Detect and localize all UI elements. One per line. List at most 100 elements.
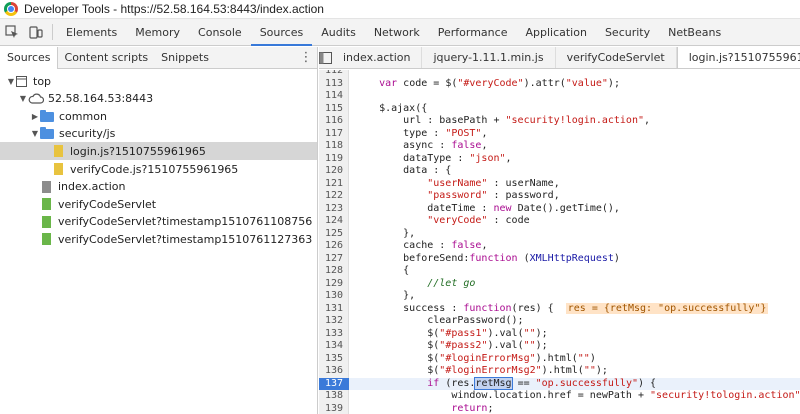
line-number[interactable]: 119 (319, 153, 349, 166)
line-number[interactable]: 135 (319, 353, 349, 366)
line-number[interactable]: 136 (319, 365, 349, 378)
tab-security[interactable]: Security (596, 19, 659, 45)
tree-item[interactable]: verifyCodeServlet?timestamp1510761108756 (0, 213, 317, 231)
line-number[interactable]: 132 (319, 315, 349, 328)
line-number[interactable]: 130 (319, 290, 349, 303)
expanded-arrow-icon[interactable]: ▼ (18, 94, 28, 103)
line-number[interactable]: 114 (319, 90, 349, 103)
code-text: var code = $("#veryCode").attr("value"); (379, 77, 620, 89)
code-line[interactable]: 115 $.ajax({ (319, 103, 800, 116)
file-tab-verifycodeservlet[interactable]: verifyCodeServlet (556, 47, 677, 68)
line-number[interactable]: 112 (319, 70, 349, 78)
inspect-element-icon[interactable] (0, 19, 24, 45)
tab-memory[interactable]: Memory (126, 19, 189, 45)
code-line[interactable]: 124 "veryCode" : code (319, 215, 800, 228)
code-text: url : basePath + "security!login.action"… (355, 115, 651, 126)
tab-console[interactable]: Console (189, 19, 251, 45)
code-line[interactable]: 123 dateTime : new Date().getTime(), (319, 203, 800, 216)
line-number[interactable]: 131 (319, 303, 349, 316)
code-view[interactable]: 112 113 var code = $("#veryCode").attr("v… (319, 70, 800, 414)
line-number[interactable]: 120 (319, 165, 349, 178)
code-line[interactable]: 134 $("#pass2").val(""); (319, 340, 800, 353)
line-number[interactable]: 138 (319, 390, 349, 403)
tree-item[interactable]: login.js?1510755961965 (0, 142, 317, 161)
code-line[interactable]: 116 url : basePath + "security!login.act… (319, 115, 800, 128)
tab-navigator-sources[interactable]: Sources (0, 47, 58, 69)
code-line[interactable]: 125 }, (319, 228, 800, 241)
device-toolbar-icon[interactable] (24, 19, 48, 45)
line-number[interactable]: 124 (319, 215, 349, 228)
tree-item[interactable]: index.action (0, 178, 317, 196)
more-options-icon[interactable]: ⋮ (295, 47, 317, 68)
tree-item[interactable]: ▼ 52.58.164.53:8443 (0, 90, 317, 108)
tab-performance[interactable]: Performance (429, 19, 517, 45)
file-tab-jquery[interactable]: jquery-1.11.1.min.js (422, 47, 556, 68)
expanded-arrow-icon[interactable]: ▼ (30, 129, 40, 138)
code-line[interactable]: 121 "userName" : userName, (319, 178, 800, 191)
line-number[interactable]: 116 (319, 115, 349, 128)
line-number[interactable]: 121 (319, 178, 349, 191)
line-number[interactable]: 134 (319, 340, 349, 353)
line-number[interactable]: 127 (319, 253, 349, 266)
line-number[interactable]: 122 (319, 190, 349, 203)
tree-item[interactable]: ▼ security/js (0, 125, 317, 143)
tab-application[interactable]: Application (516, 19, 595, 45)
code-line[interactable]: 122 "password" : password, (319, 190, 800, 203)
code-line[interactable]: 119 dataType : "json", (319, 153, 800, 166)
code-line[interactable]: 117 type : "POST", (319, 128, 800, 141)
code-line[interactable]: 130 }, (319, 290, 800, 303)
line-number[interactable]: 128 (319, 265, 349, 278)
code-line[interactable]: 131 success : function(res) { res = {ret… (319, 302, 800, 316)
paused-execution-line[interactable]: 137 if (res.retMsg == "op.successfully")… (319, 376, 800, 390)
code-line[interactable]: 139 return; (319, 403, 800, 414)
code-line[interactable]: 135 $("#loginErrorMsg").html("") (319, 353, 800, 366)
code-line[interactable]: 113 var code = $("#veryCode").attr("valu… (319, 78, 800, 91)
code-line[interactable]: 127 beforeSend:function (XMLHttpRequest) (319, 253, 800, 266)
tree-item[interactable]: ▶ common (0, 107, 317, 125)
tree-item[interactable]: verifyCodeServlet?timestamp1510761127363 (0, 230, 317, 248)
line-number[interactable]: 133 (319, 328, 349, 341)
js-file-icon (54, 145, 63, 158)
tab-elements[interactable]: Elements (57, 19, 126, 45)
line-number[interactable]: 117 (319, 128, 349, 141)
code-text: "password" : password, (427, 190, 560, 201)
tab-netbeans[interactable]: NetBeans (659, 19, 730, 45)
tree-item[interactable]: ▼ top (0, 72, 317, 90)
tab-sources[interactable]: Sources (250, 19, 313, 46)
line-number[interactable]: 125 (319, 228, 349, 241)
code-line[interactable]: 112 (319, 70, 800, 78)
line-number[interactable]: 118 (319, 140, 349, 153)
tab-audits[interactable]: Audits (312, 19, 365, 45)
line-number[interactable]: 113 (319, 78, 349, 91)
code-line[interactable]: 136 $("#loginErrorMsg2").html(""); (319, 365, 800, 378)
tab-content-scripts[interactable]: Content scripts (58, 47, 155, 68)
line-number[interactable]: 139 (319, 403, 349, 414)
folder-icon (40, 127, 54, 140)
code-line[interactable]: 120 data : { (319, 165, 800, 178)
file-tab-index-action[interactable]: index.action (332, 47, 423, 68)
code-text: return; (451, 402, 494, 414)
tree-item[interactable]: verifyCode.js?1510755961965 (0, 160, 317, 178)
line-number[interactable]: 129 (319, 278, 349, 291)
code-line[interactable]: 118 async : false, (319, 140, 800, 153)
line-number[interactable]: 123 (319, 203, 349, 216)
code-line[interactable]: 133 $("#pass1").val(""); (319, 328, 800, 341)
expanded-arrow-icon[interactable]: ▼ (6, 77, 16, 86)
file-tab-login-js[interactable]: login.js?1510755961965 (676, 47, 800, 68)
code-line[interactable]: 132 clearPassword(); (319, 315, 800, 328)
tab-network[interactable]: Network (365, 19, 429, 45)
code-text: async : false, (355, 140, 488, 151)
code-line[interactable]: 138 window.location.href = newPath + "se… (319, 390, 800, 403)
code-line[interactable]: 128 { (319, 265, 800, 278)
line-number[interactable]: 115 (319, 103, 349, 116)
code-line[interactable]: 126 cache : false, (319, 240, 800, 253)
code-line[interactable]: 129 //let go (319, 278, 800, 291)
line-number[interactable]: 126 (319, 240, 349, 253)
toggle-navigator-icon[interactable] (319, 47, 332, 68)
editor-file-tabs: index.action jquery-1.11.1.min.js verify… (319, 47, 800, 69)
tree-item[interactable]: verifyCodeServlet (0, 195, 317, 213)
tab-snippets[interactable]: Snippets (154, 47, 215, 68)
line-number[interactable]: 137 (319, 377, 349, 390)
collapsed-arrow-icon[interactable]: ▶ (30, 112, 40, 121)
code-line[interactable]: 114 (319, 90, 800, 103)
